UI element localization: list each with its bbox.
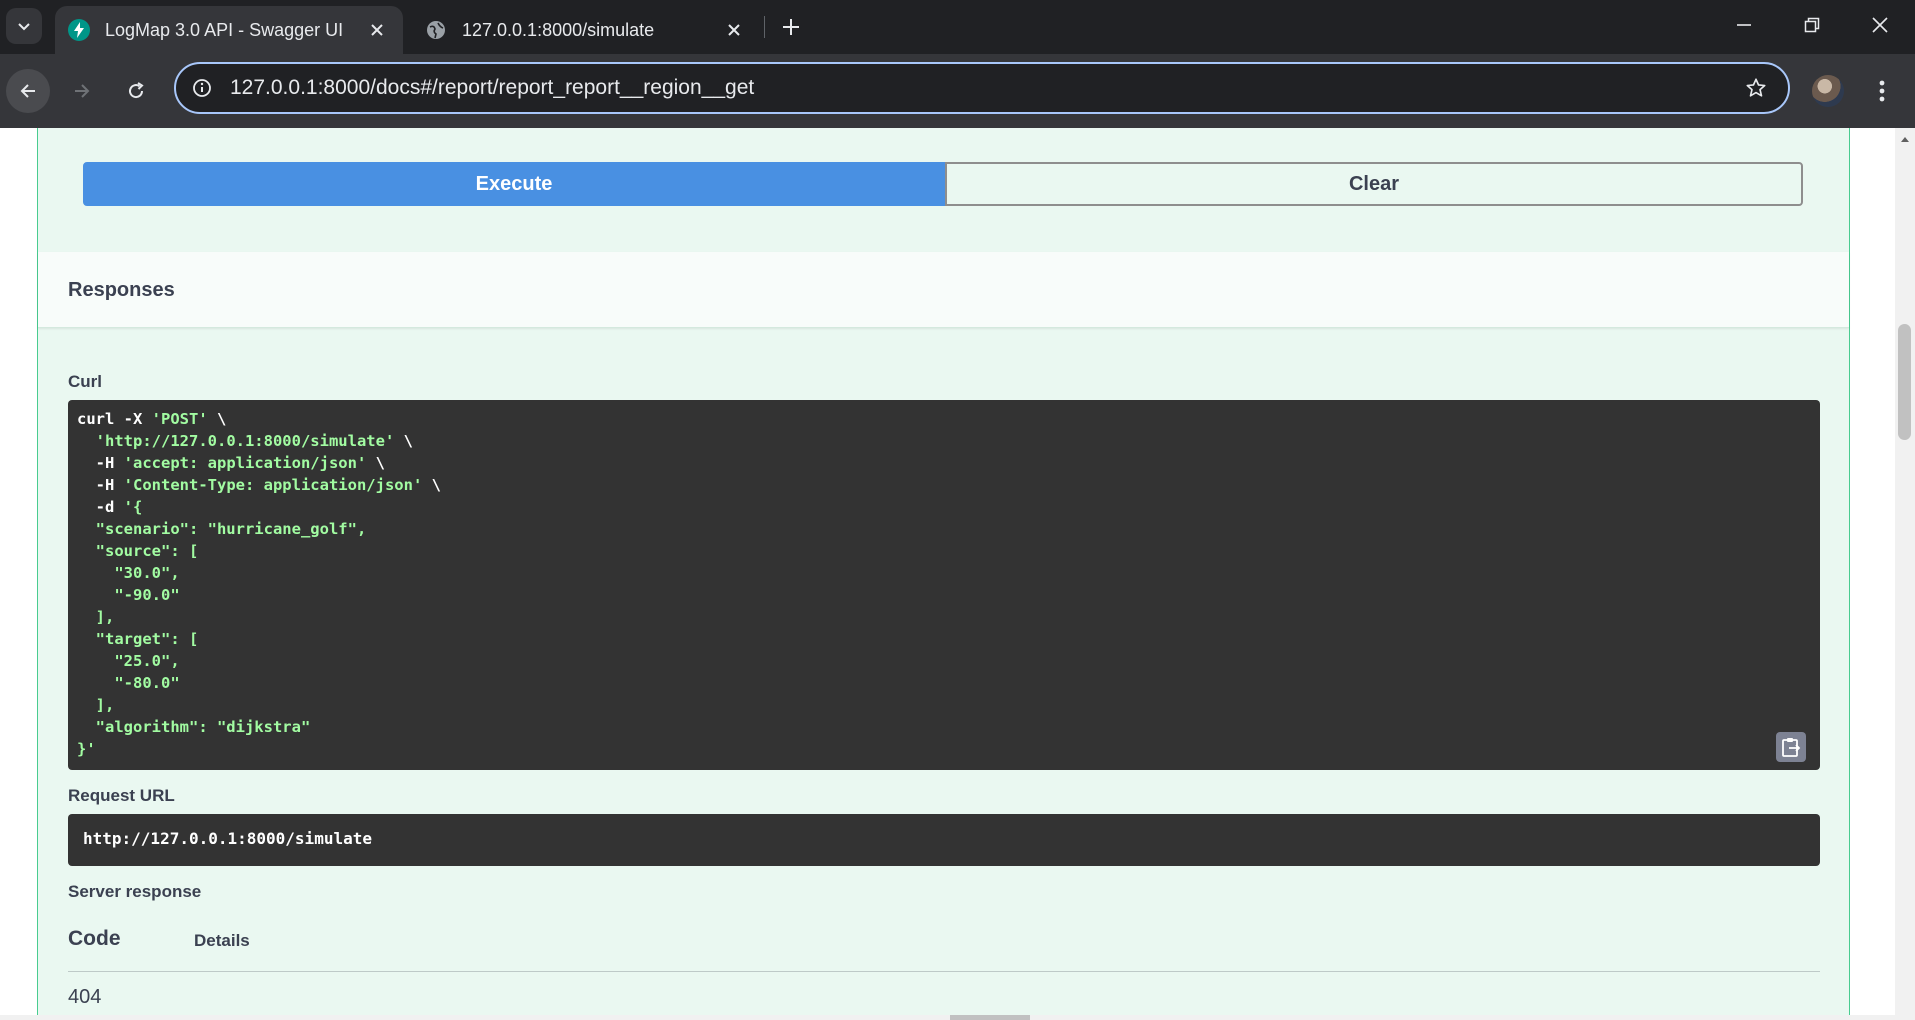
curl-line: }' — [77, 740, 96, 758]
operation-block: Execute Clear Responses Curl curl -X 'PO… — [37, 128, 1850, 1020]
page-viewport: Execute Clear Responses Curl curl -X 'PO… — [0, 128, 1895, 1020]
server-response-label: Server response — [68, 882, 202, 901]
curl-line: "algorithm": "dijkstra" — [77, 718, 311, 736]
address-bar[interactable]: 127.0.0.1:8000/docs#/report/report_repor… — [174, 62, 1790, 114]
arrow-left-icon — [20, 84, 35, 98]
forward-button[interactable] — [60, 69, 104, 113]
chevron-down-icon — [18, 23, 30, 31]
reload-icon — [129, 82, 144, 99]
tab-simulate[interactable]: 127.0.0.1:8000/simulate — [412, 6, 760, 54]
curl-line: -H 'Content-Type: application/json' \ — [77, 476, 441, 494]
request-url-label: Request URL — [68, 786, 175, 805]
curl-line: "-90.0" — [77, 586, 180, 604]
curl-line: "30.0", — [77, 564, 180, 582]
minimize-button[interactable] — [1710, 0, 1778, 50]
back-button[interactable] — [6, 69, 50, 113]
new-tab-button[interactable] — [776, 12, 806, 42]
browser-toolbar: 127.0.0.1:8000/docs#/report/report_repor… — [0, 54, 1915, 128]
site-info-icon[interactable] — [190, 76, 214, 100]
request-url-value: http://127.0.0.1:8000/simulate — [83, 829, 372, 848]
curl-line: -d '{ — [77, 498, 143, 516]
curl-line: ], — [77, 608, 115, 626]
close-tab-icon[interactable] — [720, 16, 748, 44]
curl-line: curl -X 'POST' \ — [77, 410, 227, 428]
minimize-icon — [1737, 24, 1751, 26]
plus-icon — [783, 19, 799, 35]
restore-button[interactable] — [1778, 0, 1846, 50]
arrow-right-icon — [75, 84, 90, 98]
curl-label: Curl — [68, 372, 102, 391]
curl-line: ], — [77, 696, 115, 714]
execute-button-group: Execute Clear — [83, 162, 1803, 206]
vertical-scrollbar[interactable] — [1895, 128, 1915, 1020]
table-divider — [68, 971, 1820, 972]
clear-button[interactable]: Clear — [945, 162, 1803, 206]
tab-search-button[interactable] — [6, 8, 42, 44]
curl-line: "25.0", — [77, 652, 180, 670]
globe-icon — [424, 18, 448, 42]
clipboard-icon — [1782, 738, 1801, 757]
response-status-code: 404 — [68, 986, 102, 1008]
browser-menu-button[interactable] — [1866, 75, 1898, 107]
horizontal-scrollbar[interactable] — [0, 1015, 1895, 1020]
close-icon — [1872, 17, 1888, 33]
curl-command: curl -X 'POST' \ 'http://127.0.0.1:8000/… — [68, 400, 1820, 760]
horizontal-scrollbar-thumb[interactable] — [950, 1015, 1030, 1020]
tab-strip: LogMap 3.0 API - Swagger UI 127.0.0.1:80… — [0, 0, 1915, 54]
tab-separator — [764, 16, 765, 38]
curl-line: -H 'accept: application/json' \ — [77, 454, 385, 472]
profile-avatar[interactable] — [1812, 75, 1844, 107]
tab-title: 127.0.0.1:8000/simulate — [462, 19, 655, 40]
curl-line: "source": [ — [77, 542, 199, 560]
reload-button[interactable] — [114, 69, 158, 113]
scrollbar-thumb[interactable] — [1898, 324, 1911, 440]
execute-button[interactable]: Execute — [83, 162, 945, 206]
curl-line: "scenario": "hurricane_golf", — [77, 520, 367, 538]
tab-title: LogMap 3.0 API - Swagger UI — [105, 19, 344, 40]
restore-icon — [1804, 17, 1820, 33]
close-tab-icon[interactable] — [363, 16, 391, 44]
copy-to-clipboard-button[interactable] — [1776, 732, 1806, 762]
code-column-header: Code — [68, 927, 121, 950]
address-url[interactable]: 127.0.0.1:8000/docs#/report/report_repor… — [230, 76, 1742, 100]
curl-code-block: curl -X 'POST' \ 'http://127.0.0.1:8000/… — [68, 400, 1820, 770]
close-window-button[interactable] — [1846, 0, 1914, 50]
fastapi-logo-icon — [67, 18, 91, 42]
scroll-up-icon[interactable] — [1895, 132, 1915, 146]
curl-line: "target": [ — [77, 630, 199, 648]
bookmark-star-icon[interactable] — [1742, 74, 1770, 102]
request-url-block: http://127.0.0.1:8000/simulate — [68, 814, 1820, 866]
details-column-header: Details — [194, 931, 250, 950]
curl-line: "-80.0" — [77, 674, 180, 692]
responses-title: Responses — [68, 279, 175, 301]
responses-header: Responses — [38, 252, 1849, 328]
tab-swagger-ui[interactable]: LogMap 3.0 API - Swagger UI — [55, 6, 403, 54]
more-vertical-icon — [1879, 80, 1885, 102]
curl-line: 'http://127.0.0.1:8000/simulate' \ — [95, 432, 413, 450]
